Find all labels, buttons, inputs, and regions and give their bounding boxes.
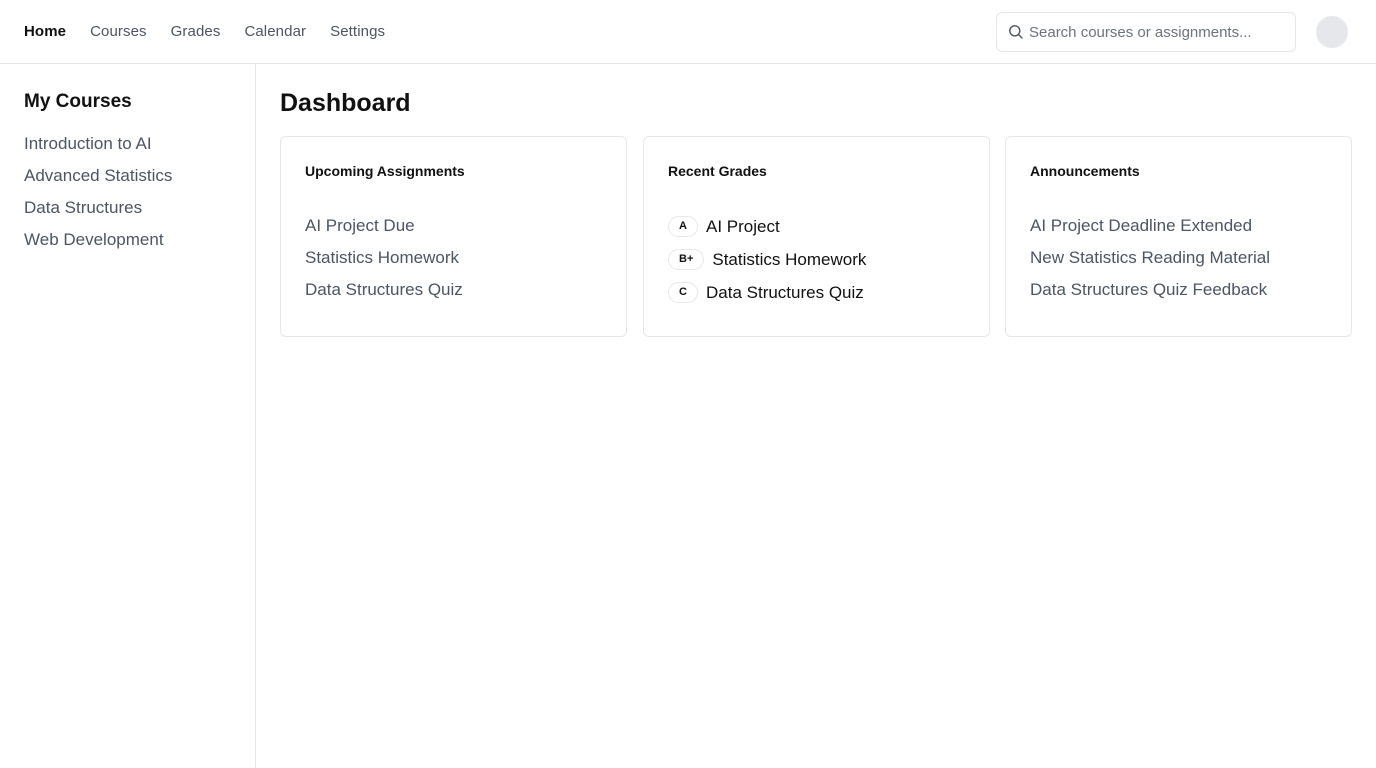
course-list: Introduction to AI Advanced Statistics D… (24, 132, 172, 260)
nav-item-home[interactable]: Home (24, 23, 66, 40)
grade-badge: A (668, 216, 698, 237)
top-navigation-bar: Home Courses Grades Calendar Settings (0, 0, 1376, 64)
grade-item-label: Statistics Homework (712, 249, 867, 269)
search-box (996, 12, 1296, 52)
list-item[interactable]: Statistics Homework (305, 246, 463, 278)
card-title: Upcoming Assignments (305, 163, 465, 179)
announcement-list: AI Project Deadline Extended New Statist… (1030, 214, 1270, 310)
user-avatar[interactable] (1316, 16, 1348, 48)
upcoming-assignments-card: Upcoming Assignments AI Project Due Stat… (280, 136, 627, 337)
sidebar-title: My Courses (24, 91, 132, 112)
grades-list: A AI Project B+ Statistics Homework C Da… (668, 214, 866, 313)
sidebar-item-data-structures[interactable]: Data Structures (24, 196, 172, 228)
nav-item-grades[interactable]: Grades (171, 23, 221, 40)
list-item[interactable]: AI Project Deadline Extended (1030, 214, 1270, 246)
list-item[interactable]: A AI Project (668, 210, 866, 243)
nav-item-calendar[interactable]: Calendar (244, 23, 306, 40)
page-title: Dashboard (280, 89, 411, 117)
search-icon (1008, 24, 1024, 40)
grade-item-label: Data Structures Quiz (706, 282, 864, 302)
card-title: Recent Grades (668, 163, 767, 179)
search-input[interactable] (1029, 13, 1289, 51)
assignment-list: AI Project Due Statistics Homework Data … (305, 214, 463, 310)
grade-badge: B+ (668, 249, 705, 270)
main-content: Dashboard Upcoming Assignments AI Projec… (256, 64, 1376, 768)
announcements-card: Announcements AI Project Deadline Extend… (1005, 136, 1352, 337)
grade-item-label: AI Project (706, 216, 780, 236)
nav-item-settings[interactable]: Settings (330, 23, 385, 40)
sidebar-item-web-development[interactable]: Web Development (24, 228, 172, 260)
list-item[interactable]: C Data Structures Quiz (668, 276, 866, 309)
recent-grades-card: Recent Grades A AI Project B+ Statistics… (643, 136, 990, 337)
sidebar-item-advanced-statistics[interactable]: Advanced Statistics (24, 164, 172, 196)
nav-item-courses[interactable]: Courses (90, 23, 147, 40)
sidebar: My Courses Introduction to AI Advanced S… (0, 64, 256, 768)
main-nav: Home Courses Grades Calendar Settings (24, 0, 385, 63)
list-item[interactable]: New Statistics Reading Material (1030, 246, 1270, 278)
list-item[interactable]: Data Structures Quiz Feedback (1030, 278, 1270, 310)
card-title: Announcements (1030, 163, 1140, 179)
list-item[interactable]: B+ Statistics Homework (668, 243, 866, 276)
list-item[interactable]: AI Project Due (305, 214, 463, 246)
list-item[interactable]: Data Structures Quiz (305, 278, 463, 310)
sidebar-item-introduction-to-ai[interactable]: Introduction to AI (24, 132, 172, 164)
grade-badge: C (668, 282, 698, 303)
